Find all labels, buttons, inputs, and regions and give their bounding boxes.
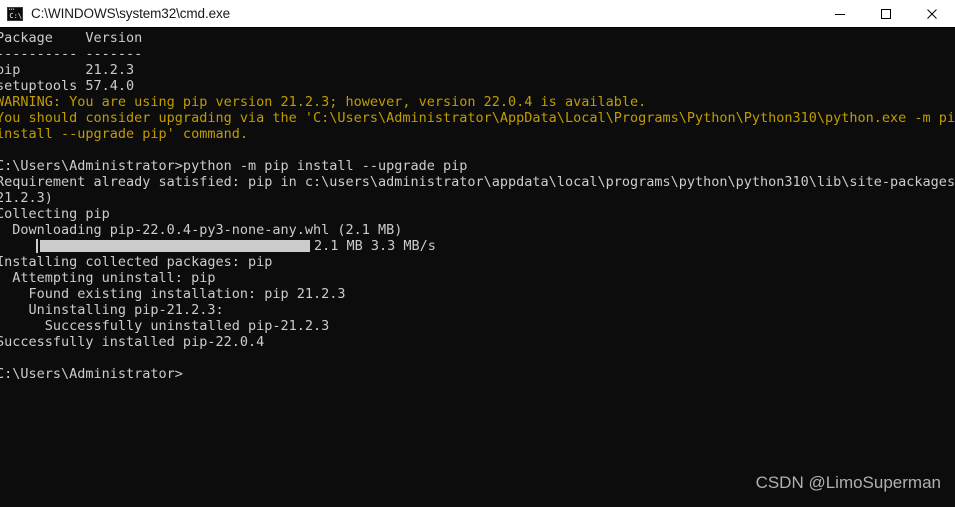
console-line: Collecting pip	[0, 206, 110, 222]
console-line-list: Package Version ---------- ------- pip 21.…	[0, 30, 955, 382]
progress-bar-fill	[40, 240, 310, 252]
console-line: WARNING: You are using pip version 21.2.…	[0, 94, 647, 110]
console-line: Found existing installation: pip 21.2.3	[0, 286, 346, 302]
console-line: ---------- -------	[0, 46, 143, 62]
console-line: Successfully installed pip-22.0.4	[0, 334, 265, 350]
cmd-console-icon: C:\	[7, 6, 23, 21]
console-line: C:\Users\Administrator>	[0, 366, 183, 382]
console-output-area[interactable]: Package Version ---------- ------- pip 21.…	[0, 28, 955, 507]
maximize-icon	[881, 8, 891, 19]
console-line: Requirement already satisfied: pip in c:…	[0, 174, 955, 190]
minimize-icon	[835, 13, 845, 15]
console-line: Attempting uninstall: pip	[0, 270, 216, 286]
console-line: 21.2.3)	[0, 190, 53, 206]
watermark: CSDN @LimoSuperman	[755, 473, 941, 492]
console-line: Downloading pip-22.0.4-py3-none-any.whl …	[0, 222, 403, 238]
close-icon	[927, 8, 937, 19]
download-progress-row: 2.1 MB 3.3 MB/s	[0, 238, 955, 254]
console-line: install --upgrade pip' command.	[0, 126, 248, 142]
console-line: Uninstalling pip-21.2.3:	[0, 302, 224, 318]
maximize-button[interactable]	[863, 0, 909, 27]
console-line: Installing collected packages: pip	[0, 254, 273, 270]
console-line: C:\Users\Administrator>python -m pip ins…	[0, 158, 468, 174]
console-line: Successfully uninstalled pip-21.2.3	[0, 318, 330, 334]
console-line: pip 21.2.3	[0, 62, 135, 78]
window-titlebar[interactable]: C:\ C:\WINDOWS\system32\cmd.exe	[0, 0, 955, 28]
progress-status-text: 2.1 MB 3.3 MB/s	[314, 238, 436, 254]
cmd-window: C:\ C:\WINDOWS\system32\cmd.exe Package …	[0, 0, 955, 507]
progress-bar-track	[40, 240, 310, 252]
window-title: C:\WINDOWS\system32\cmd.exe	[31, 6, 231, 21]
svg-text:C:\: C:\	[9, 12, 22, 20]
console-line: Package Version	[0, 30, 143, 46]
window-controls	[817, 0, 955, 27]
minimize-button[interactable]	[817, 0, 863, 27]
progress-caret	[36, 239, 38, 253]
console-line: setuptools 57.4.0	[0, 78, 135, 94]
console-line: You should consider upgrading via the 'C…	[0, 110, 955, 126]
close-button[interactable]	[909, 0, 955, 27]
